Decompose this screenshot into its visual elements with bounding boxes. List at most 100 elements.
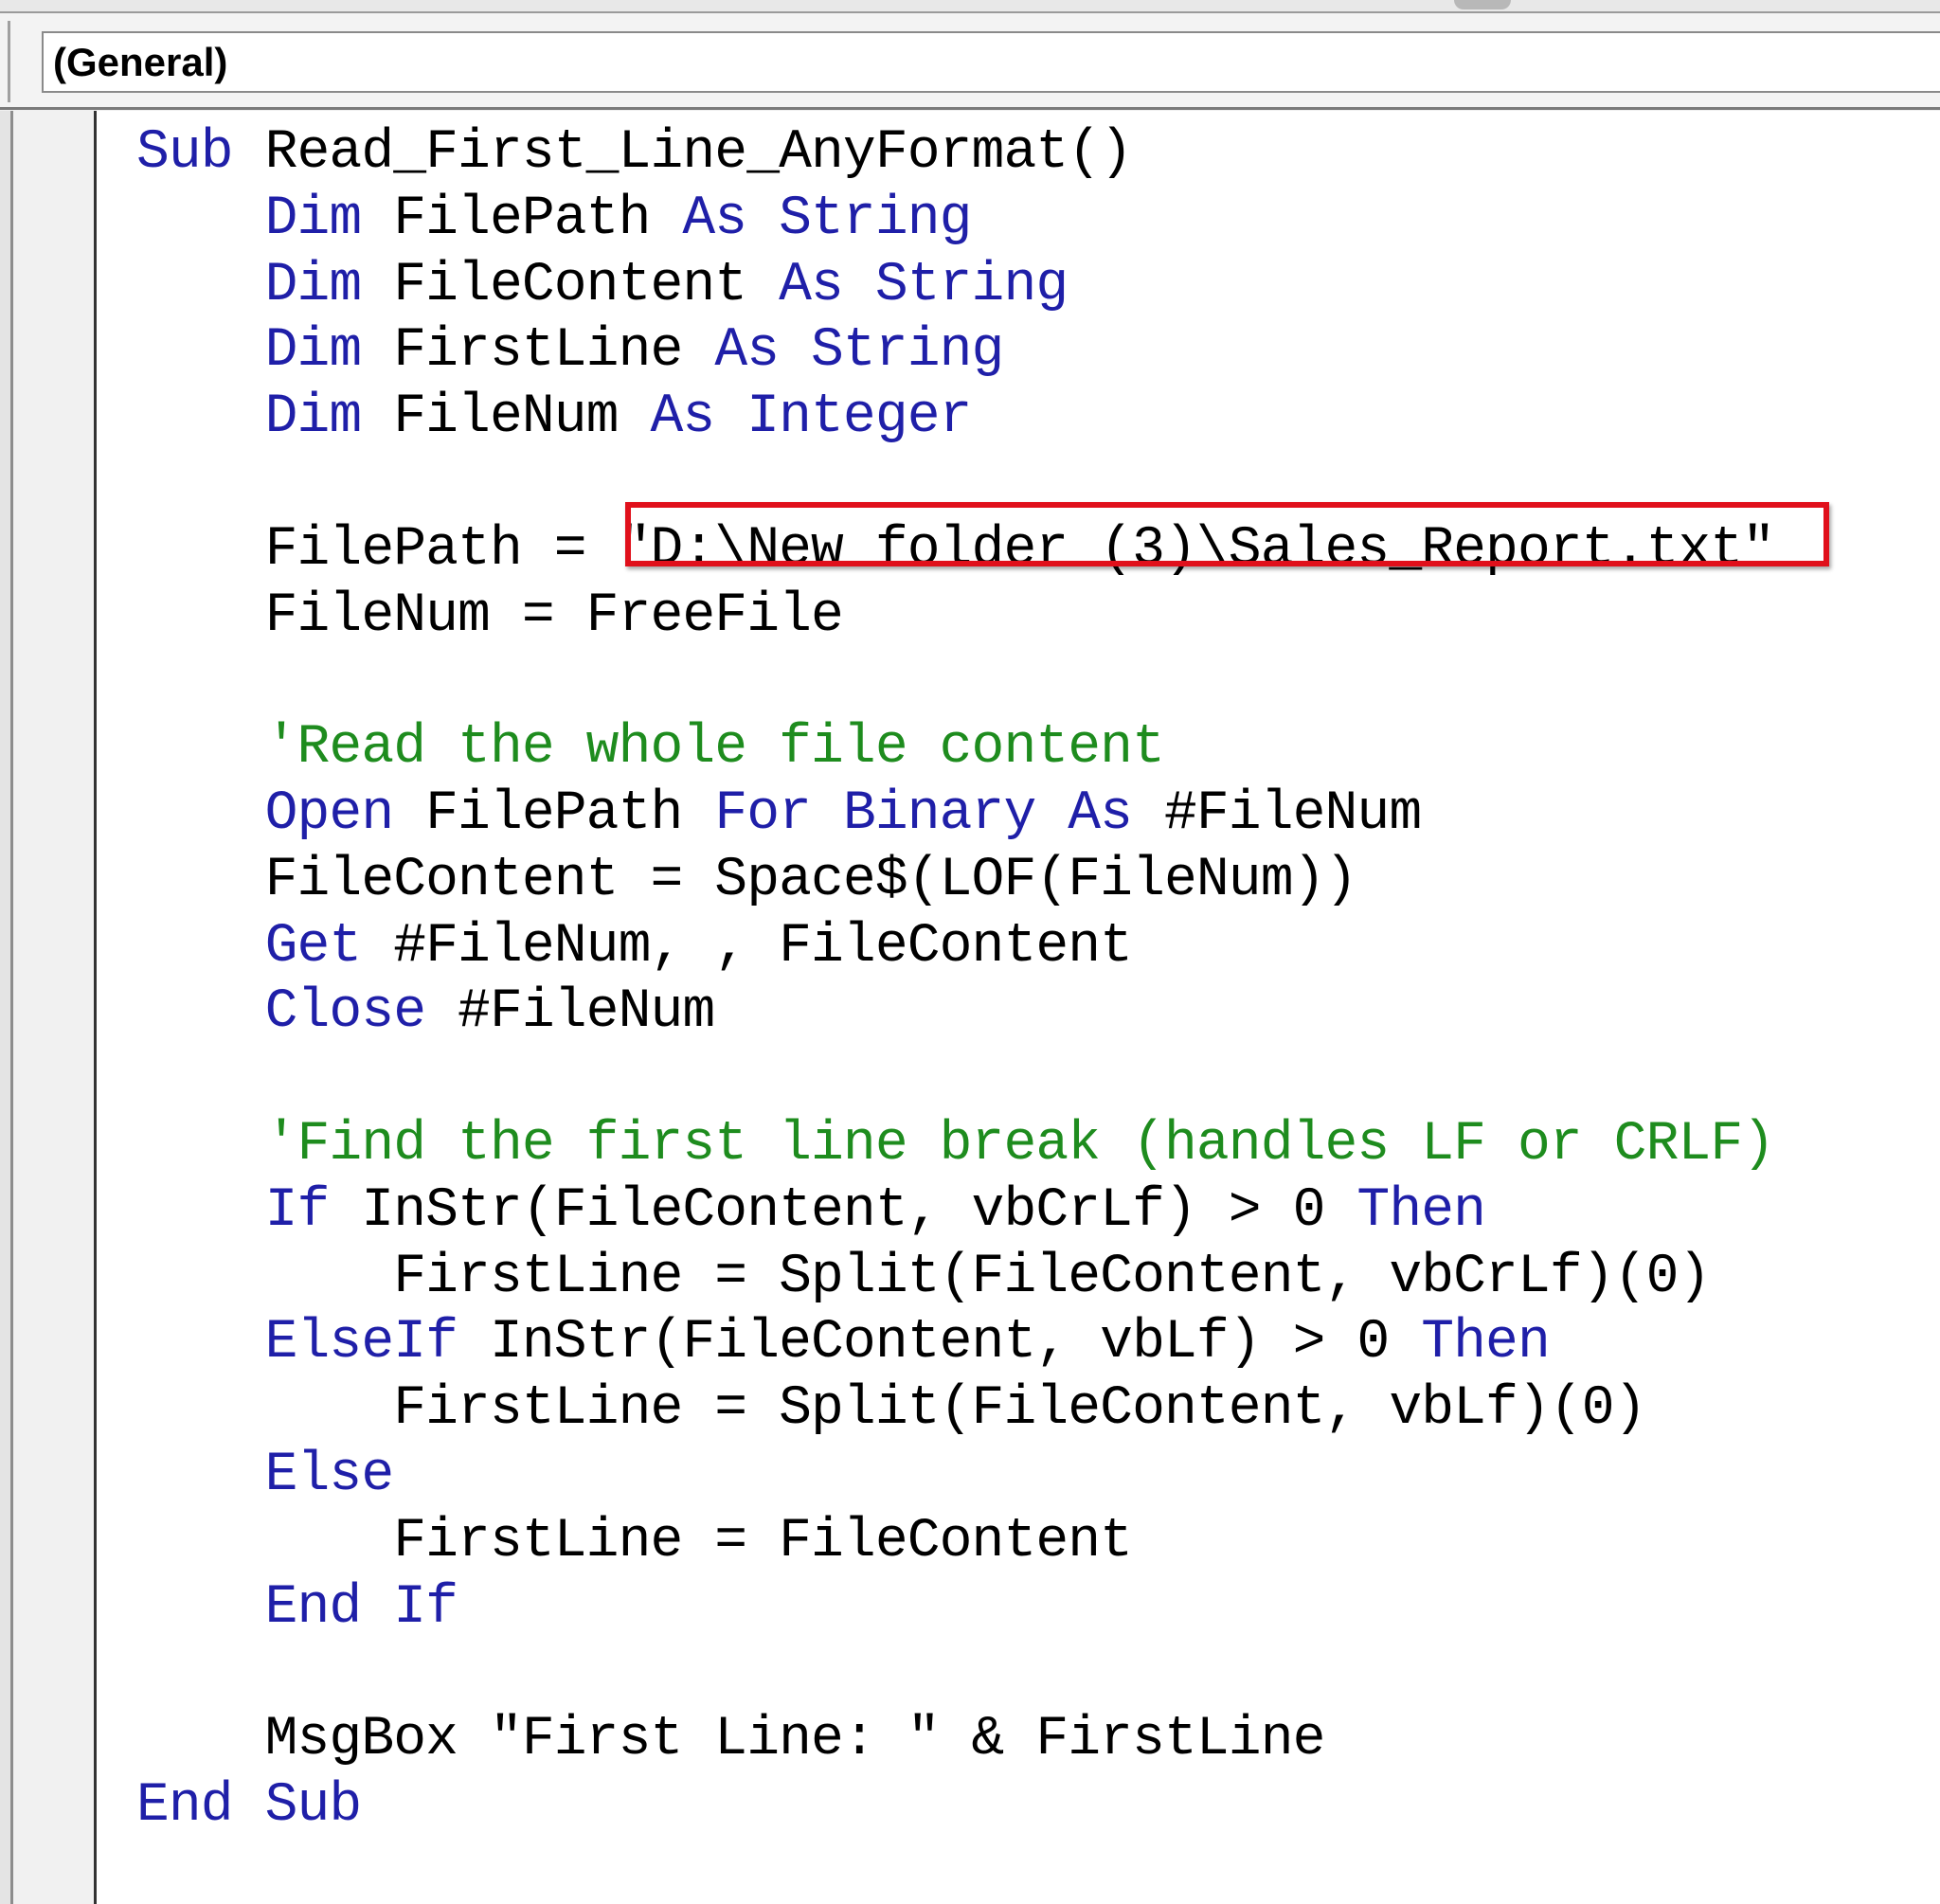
- code-line[interactable]: [136, 451, 1774, 517]
- code-token: InStr(FileContent, vbCrLf) > 0: [329, 1179, 1357, 1242]
- code-keyword: If: [264, 1179, 331, 1242]
- code-line[interactable]: FilePath = "D:\New folder (3)\Sales_Repo…: [136, 517, 1775, 584]
- code-token: FirstLine = Split(FileContent, vbCrLf)(0…: [136, 1246, 1711, 1308]
- code-keyword: For: [714, 782, 812, 845]
- code-line[interactable]: Dim FilePath As String: [136, 187, 1774, 253]
- window-left-edge: [0, 111, 13, 1904]
- code-line[interactable]: 'Find the first line break (handles LF o…: [136, 1112, 1775, 1178]
- code-keyword: Integer: [746, 386, 972, 449]
- code-keyword: Binary: [842, 782, 1036, 845]
- code-token: FirstLine = Split(FileContent, vbLf)(0): [136, 1378, 1646, 1441]
- scroll-thumb-partial[interactable]: [1454, 0, 1511, 9]
- code-line[interactable]: Sub Read_First_Line_AnyFormat(): [136, 120, 1774, 187]
- code-keyword: String: [811, 320, 1004, 383]
- code-token: #FileNum, , FileContent: [361, 915, 1133, 978]
- code-line[interactable]: FirstLine = FileContent: [136, 1509, 1774, 1575]
- code-keyword: Get: [264, 915, 363, 978]
- code-line[interactable]: End If: [136, 1575, 1774, 1642]
- code-keyword: ElseIf: [264, 1312, 458, 1374]
- code-keyword: As: [650, 386, 716, 449]
- code-token: FileContent = Space$(LOF(FileNum)): [136, 849, 1358, 911]
- code-line[interactable]: MsgBox "First Line: " & FirstLine: [136, 1707, 1774, 1773]
- object-dropdown-value: (General): [53, 39, 228, 84]
- code-keyword: Sub: [264, 1774, 363, 1837]
- vba-editor-window: (General) Sub Read_First_Line_AnyFormat(…: [0, 0, 1940, 1904]
- code-line[interactable]: 'Read the whole file content: [136, 715, 1774, 781]
- code-keyword: Dim: [264, 320, 363, 383]
- code-keyword: String: [874, 254, 1069, 316]
- code-keyword: End: [136, 1774, 234, 1837]
- code-line[interactable]: Get #FileNum, , FileContent: [136, 914, 1774, 980]
- code-line[interactable]: Dim FileNum As Integer: [136, 385, 1774, 451]
- code-keyword: Open: [264, 782, 395, 845]
- code-keyword: As: [682, 188, 747, 250]
- code-keyword: Then: [1421, 1312, 1551, 1374]
- code-line[interactable]: End Sub: [136, 1773, 1774, 1840]
- code-keyword: Dim: [264, 386, 363, 449]
- code-comment: 'Find the first line break (handles LF o…: [264, 1113, 1775, 1176]
- object-dropdown[interactable]: (General): [42, 31, 1940, 93]
- code-line[interactable]: FileNum = FreeFile: [136, 584, 1774, 650]
- code-line[interactable]: ElseIf InStr(FileContent, vbLf) > 0 Then: [136, 1310, 1774, 1376]
- code-line[interactable]: Dim FileContent As String: [136, 253, 1774, 319]
- code-line[interactable]: Else: [136, 1443, 1774, 1509]
- code-line[interactable]: FileContent = Space$(LOF(FileNum)): [136, 848, 1774, 914]
- code-token: FileNum: [361, 386, 651, 449]
- code-keyword: Dim: [264, 188, 363, 250]
- code-line[interactable]: [136, 649, 1774, 715]
- code-keyword: If: [393, 1576, 458, 1639]
- code-token: #FileNum: [1132, 782, 1422, 845]
- code-token: MsgBox "First Line: " & FirstLine: [136, 1709, 1326, 1771]
- code-window-toolbar: (General): [0, 13, 1940, 110]
- code-text[interactable]: Sub Read_First_Line_AnyFormat() Dim File…: [136, 120, 1775, 1840]
- code-token: InStr(FileContent, vbLf) > 0: [458, 1312, 1422, 1374]
- code-keyword: String: [779, 188, 972, 250]
- code-token: FileContent: [361, 254, 780, 316]
- code-line[interactable]: If InStr(FileContent, vbCrLf) > 0 Then: [136, 1178, 1774, 1245]
- code-margin-indicator-bar[interactable]: [13, 111, 97, 1904]
- code-line[interactable]: FirstLine = Split(FileContent, vbCrLf)(0…: [136, 1245, 1774, 1311]
- code-keyword: As: [1068, 782, 1133, 845]
- code-token: FirstLine: [361, 320, 715, 383]
- code-keyword: Sub: [136, 122, 234, 184]
- code-editor[interactable]: Sub Read_First_Line_AnyFormat() Dim File…: [97, 111, 1940, 1904]
- code-keyword: Then: [1356, 1179, 1486, 1242]
- code-keyword: As: [779, 254, 844, 316]
- code-token: #FileNum: [425, 981, 715, 1044]
- code-token: FilePath = "D:\New folder (3)\Sales_Repo…: [136, 518, 1775, 581]
- code-line[interactable]: [136, 1641, 1774, 1707]
- code-line[interactable]: Close #FileNum: [136, 979, 1774, 1046]
- code-keyword: As: [714, 320, 780, 383]
- code-token: FilePath: [361, 188, 683, 250]
- code-token: FilePath: [393, 782, 715, 845]
- code-keyword: Else: [264, 1444, 395, 1506]
- code-keyword: Close: [264, 981, 426, 1044]
- code-line[interactable]: FirstLine = Split(FileContent, vbLf)(0): [136, 1376, 1774, 1443]
- code-keyword: End: [264, 1576, 363, 1639]
- code-token: FirstLine = FileContent: [136, 1510, 1133, 1572]
- code-line[interactable]: [136, 1046, 1774, 1112]
- code-line[interactable]: Dim FirstLine As String: [136, 318, 1774, 385]
- code-comment: 'Read the whole file content: [264, 717, 1165, 780]
- code-line[interactable]: Open FilePath For Binary As #FileNum: [136, 781, 1774, 848]
